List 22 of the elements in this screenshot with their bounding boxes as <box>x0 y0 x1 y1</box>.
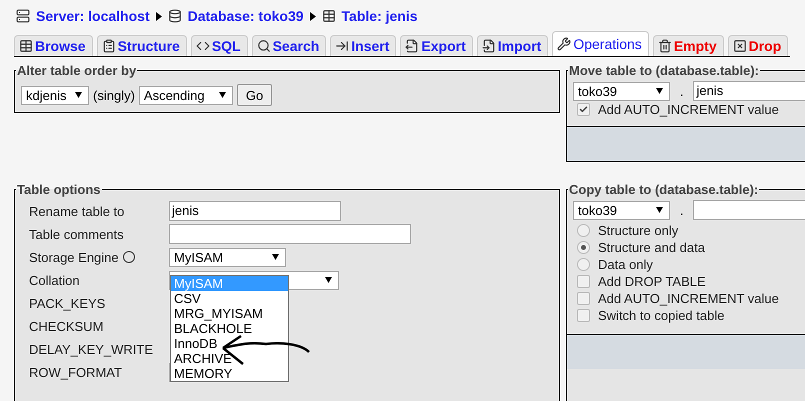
option-label: Structure only <box>598 223 678 238</box>
option-label: Add DROP TABLE <box>598 274 706 289</box>
singly-label: (singly) <box>93 88 135 102</box>
panel-legend: Move table to (database.table): <box>568 63 760 78</box>
panel-legend: Copy table to (database.table): <box>568 182 760 197</box>
option-label: ROW_FORMAT <box>29 364 122 380</box>
panel-legend: Table options <box>16 182 102 197</box>
option-label: Collation <box>29 272 80 288</box>
option-label: Data only <box>598 257 653 272</box>
option-label: Add AUTO_INCREMENT value <box>598 291 779 306</box>
option-label: Rename table to <box>29 204 124 218</box>
option-label: CHECKSUM <box>29 318 104 334</box>
option-label: PACK_KEYS <box>29 296 106 310</box>
panel-legend: Alter table order by <box>16 63 138 78</box>
separator-dot: . <box>678 202 684 218</box>
option-label: Table comments <box>29 226 124 242</box>
option-label: DELAY_KEY_WRITE <box>29 342 154 356</box>
option-label: Add AUTO_INCREMENT value <box>598 102 779 117</box>
option-label: Structure and data <box>598 240 705 255</box>
option-label: Switch to copied table <box>598 308 724 323</box>
option-label: Storage Engine <box>29 250 119 264</box>
separator-dot: . <box>678 84 684 98</box>
